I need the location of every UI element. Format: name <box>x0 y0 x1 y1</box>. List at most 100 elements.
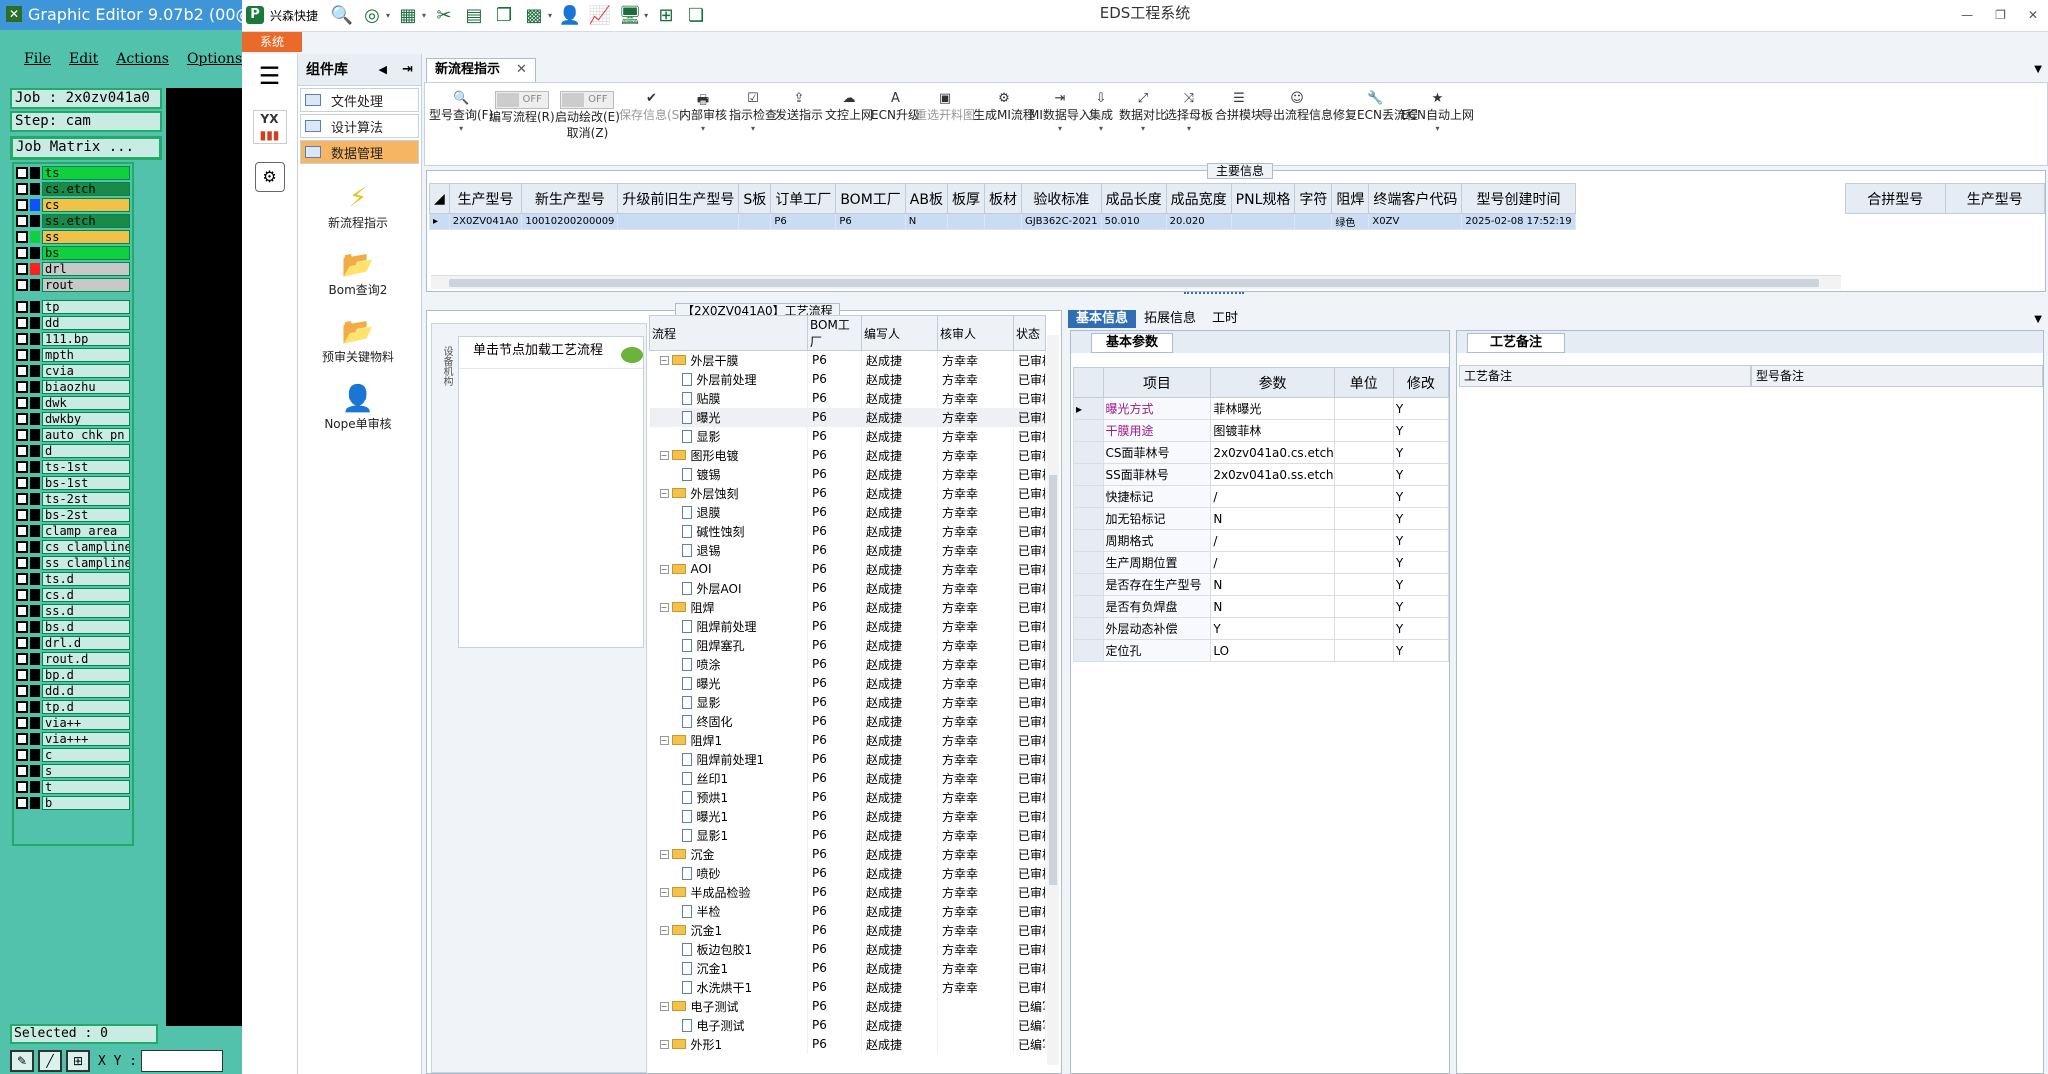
node-vertical-tab[interactable]: 设备机构 <box>436 336 454 396</box>
tree-row[interactable]: 贴膜 P6赵成捷方幸幸已审核 <box>649 388 1046 408</box>
layer-checkbox[interactable] <box>16 573 28 585</box>
layer-row[interactable]: bs-2st <box>16 507 130 523</box>
column-header[interactable]: 状态 <box>1013 315 1046 351</box>
tree-row[interactable]: 显影1 P6赵成捷方幸幸已审核 <box>649 825 1046 845</box>
layer-checkbox[interactable] <box>16 183 28 195</box>
tree-row[interactable]: − 沉金 P6赵成捷方幸幸已审核 <box>649 844 1046 864</box>
param-modify[interactable]: Y <box>1392 397 1450 420</box>
close-tab-icon[interactable]: ✕ <box>516 59 527 82</box>
tree-node[interactable]: − AOI <box>649 559 808 579</box>
layer-name[interactable]: rout.d <box>42 652 130 666</box>
grid-cell[interactable] <box>1230 213 1296 230</box>
param-value[interactable]: 图镀菲林 <box>1210 419 1335 442</box>
param-modify[interactable]: Y <box>1392 595 1450 618</box>
layer-name[interactable]: tp.d <box>42 700 130 714</box>
layer-checkbox[interactable] <box>16 461 28 473</box>
layer-name[interactable]: mpth <box>42 348 130 362</box>
layer-row[interactable]: b <box>16 795 130 811</box>
chat-bubble-icon[interactable] <box>621 347 643 363</box>
layer-row[interactable]: tp <box>16 299 130 315</box>
layer-checkbox[interactable] <box>16 167 28 179</box>
layer-checkbox[interactable] <box>16 445 28 457</box>
layer-name[interactable]: bs-2st <box>42 508 130 522</box>
tree-row[interactable]: 显影 P6赵成捷方幸幸已审核 <box>649 426 1046 446</box>
layer-row[interactable]: bp.d <box>16 667 130 683</box>
param-row[interactable]: 定位孔 LO Y <box>1073 639 1450 662</box>
tree-row[interactable]: 预烘1 P6赵成捷方幸幸已审核 <box>649 787 1046 807</box>
dropdown-icon[interactable]: ▾ <box>548 11 552 20</box>
column-header[interactable]: 合拼型号 <box>1845 183 1946 214</box>
expand-icon[interactable]: − <box>659 735 669 745</box>
tab-1[interactable]: 拓展信息 <box>1136 310 1204 328</box>
layer-row[interactable]: ts-2st <box>16 491 130 507</box>
tree-node[interactable]: 退锡 <box>649 540 808 560</box>
column-header[interactable]: 终端客户代码 <box>1368 183 1463 214</box>
layer-checkbox[interactable] <box>16 685 28 697</box>
param-unit[interactable] <box>1333 507 1394 530</box>
toolbar-button[interactable]: 🔍 型号查询(F) ▾ <box>429 91 493 135</box>
tree-row[interactable]: 电子测试 P6赵成捷 已编写 <box>649 1015 1046 1035</box>
layer-name[interactable]: auto_chk_pn <box>42 428 130 442</box>
layer-name[interactable]: ss_clampline <box>42 556 130 570</box>
param-value[interactable]: N <box>1210 595 1335 618</box>
grid-cell[interactable] <box>617 213 740 230</box>
tree-node[interactable]: − 外层蚀刻 <box>649 483 808 503</box>
layer-name[interactable]: biaozhu <box>42 380 130 394</box>
tree-row[interactable]: 半检 P6赵成捷方幸幸已审核 <box>649 901 1046 921</box>
job-matrix-button[interactable]: Job Matrix ... <box>10 136 162 160</box>
layer-name[interactable]: ss.etch <box>42 214 130 228</box>
layer-row[interactable]: drl.d <box>16 635 130 651</box>
param-modify[interactable]: Y <box>1392 485 1450 508</box>
tree-node[interactable]: 水洗烘干1 <box>649 977 808 997</box>
pin-icon[interactable]: ⇥ <box>402 54 413 86</box>
layer-checkbox[interactable] <box>16 749 28 761</box>
expand-icon[interactable]: − <box>659 602 669 612</box>
layer-checkbox[interactable] <box>16 365 28 377</box>
param-value[interactable]: 2x0zv041a0.ss.etch <box>1210 463 1335 486</box>
layer-row[interactable]: dd.d <box>16 683 130 699</box>
scroll-thumb[interactable] <box>449 279 1819 287</box>
layer-name[interactable]: cs <box>42 198 130 212</box>
tool-item[interactable]: ⚡ 新流程指示 <box>298 182 418 231</box>
expand-icon[interactable]: − <box>659 1039 669 1049</box>
layer-checkbox[interactable] <box>16 765 28 777</box>
column-header[interactable]: 板厚 <box>946 183 985 214</box>
tree-node[interactable]: 半检 <box>649 901 808 921</box>
toolbar-button[interactable]: ⤨ 选择母板 ▾ <box>1165 91 1213 135</box>
tree-row[interactable]: 曝光 P6赵成捷方幸幸已审核 <box>649 673 1046 693</box>
param-modify[interactable]: Y <box>1392 507 1450 530</box>
layer-name[interactable]: ss <box>42 230 130 244</box>
chevron-down-icon[interactable]: ▾ <box>1119 123 1167 135</box>
toggle-switch[interactable]: OFF <box>489 91 555 109</box>
tree-node[interactable]: 外层前处理 <box>649 369 808 389</box>
column-header[interactable]: AB板 <box>904 183 948 214</box>
layer-checkbox[interactable] <box>16 669 28 681</box>
layer-checkbox[interactable] <box>16 381 28 393</box>
layer-checkbox[interactable] <box>16 589 28 601</box>
layer-checkbox[interactable] <box>16 637 28 649</box>
layer-row[interactable]: ts.d <box>16 571 130 587</box>
layer-row[interactable]: dd <box>16 315 130 331</box>
column-header[interactable]: 字符 <box>1294 183 1333 214</box>
layer-row[interactable]: rout <box>16 277 130 293</box>
layer-row[interactable]: biaozhu <box>16 379 130 395</box>
sidebar-item-1[interactable]: 设计算法 <box>300 114 419 138</box>
layer-name[interactable]: dwk <box>42 396 130 410</box>
grid-cell[interactable]: GJB362C-2021 <box>1020 213 1102 230</box>
layer-name[interactable]: c <box>42 748 130 762</box>
expand-icon[interactable]: − <box>659 849 669 859</box>
tree-node[interactable]: 终固化 <box>649 711 808 731</box>
expand-icon[interactable]: − <box>659 488 669 498</box>
column-header[interactable]: 阻焊 <box>1331 183 1370 214</box>
param-row[interactable]: 快捷标记 / Y <box>1073 485 1450 508</box>
column-header[interactable]: PNL规格 <box>1230 183 1296 214</box>
tree-row[interactable]: 碱性蚀刻 P6赵成捷方幸幸已审核 <box>649 521 1046 541</box>
layer-checkbox[interactable] <box>16 541 28 553</box>
layer-row[interactable]: ts-1st <box>16 459 130 475</box>
detail-menu-icon[interactable]: ▼ <box>2034 314 2042 325</box>
param-modify[interactable]: Y <box>1392 639 1450 662</box>
column-header[interactable]: 项目 <box>1102 367 1212 398</box>
toolbar-button[interactable]: ☑ 指示检查 ▾ <box>729 91 777 135</box>
tree-row[interactable]: 终固化 P6赵成捷方幸幸已审核 <box>649 711 1046 731</box>
layer-row[interactable]: dwkby <box>16 411 130 427</box>
